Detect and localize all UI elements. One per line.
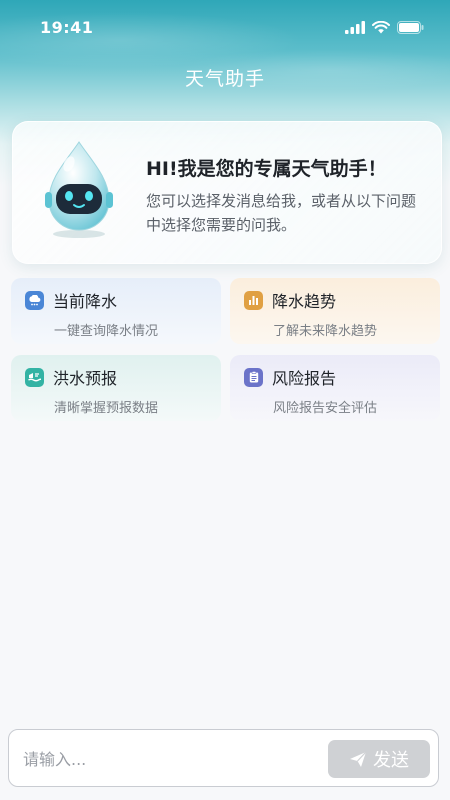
flood-wave-icon — [25, 367, 44, 387]
quick-action-title: 当前降水 — [53, 292, 118, 311]
intro-description: 您可以选择发消息给我，或者从以下问题中选择您需要的问我。 — [146, 192, 417, 234]
bar-chart-icon — [244, 290, 263, 310]
quick-action-current-rain[interactable]: 当前降水 一键查询降水情况 — [11, 278, 221, 344]
message-composer: 发送 — [8, 729, 439, 787]
assistant-intro-card: HI!我是您的专属天气助手！ 您可以选择发消息给我，或者从以下问题中选择您需要的… — [12, 121, 442, 264]
battery-icon — [397, 20, 424, 34]
send-icon — [350, 751, 367, 767]
quick-action-risk-report[interactable]: 风险报告 风险报告安全评估 — [230, 355, 440, 421]
quick-action-title: 降水趋势 — [272, 292, 337, 311]
robot-mascot-icon — [45, 141, 113, 238]
report-icon — [244, 367, 263, 387]
quick-action-subtitle: 了解未来降水趋势 — [273, 324, 378, 339]
intro-title: HI!我是您的专属天气助手！ — [146, 158, 387, 180]
status-time: 19:41 — [40, 17, 94, 37]
quick-action-flood-forecast[interactable]: 洪水预报 清晰掌握预报数据 — [11, 355, 221, 421]
message-input[interactable] — [23, 745, 313, 773]
status-icons — [345, 20, 424, 34]
page-title: 天气助手 — [184, 68, 265, 90]
wifi-icon — [372, 20, 390, 33]
quick-action-title: 风险报告 — [272, 369, 337, 388]
send-button-label: 发送 — [373, 750, 409, 771]
quick-action-subtitle: 一键查询降水情况 — [54, 324, 159, 339]
send-button[interactable]: 发送 — [328, 740, 430, 778]
rain-cloud-icon — [25, 290, 44, 310]
quick-action-title: 洪水预报 — [53, 369, 118, 388]
quick-action-subtitle: 清晰掌握预报数据 — [54, 401, 159, 416]
quick-action-subtitle: 风险报告安全评估 — [273, 401, 378, 416]
signal-icon — [345, 20, 365, 34]
quick-action-rain-trend[interactable]: 降水趋势 了解未来降水趋势 — [230, 278, 440, 344]
status-bar: 19:41 — [0, 0, 450, 54]
